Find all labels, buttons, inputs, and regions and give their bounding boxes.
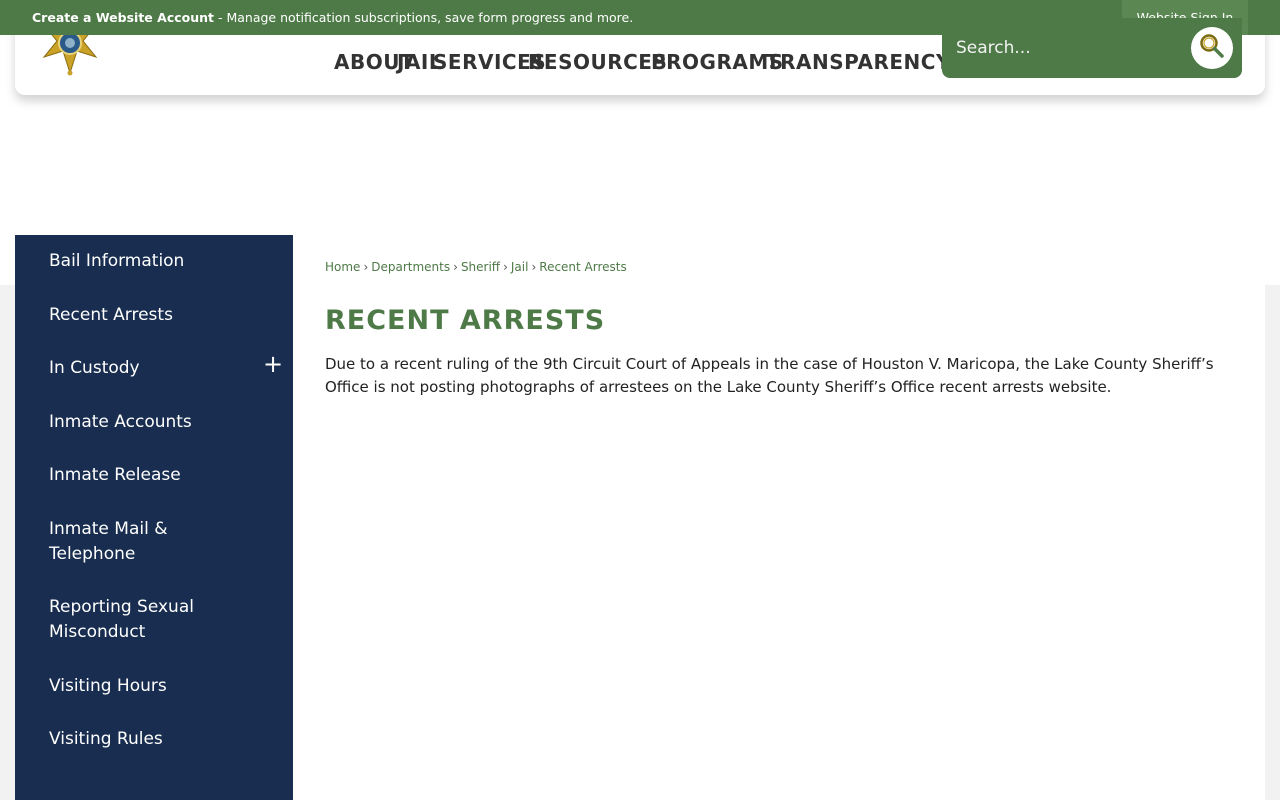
sidebar-item-in-custody[interactable]: In Custody	[49, 356, 249, 381]
breadcrumb-home[interactable]: Home	[325, 260, 360, 274]
search-button[interactable]	[1191, 27, 1233, 69]
sidebar-item-inmate-mail-telephone[interactable]: Inmate Mail & Telephone	[49, 517, 229, 567]
create-account-link[interactable]: Create a Website Account	[32, 10, 214, 25]
breadcrumb-separator: ›	[531, 260, 537, 274]
breadcrumb-separator: ›	[453, 260, 458, 274]
nav-transparency[interactable]: TRANSPARENCY	[766, 50, 951, 74]
nav-programs[interactable]: PROGRAMS	[651, 50, 784, 74]
sidebar-item-inmate-accounts[interactable]: Inmate Accounts	[49, 410, 249, 435]
breadcrumb-jail[interactable]: Jail	[511, 260, 529, 274]
main-content: Home › Departments › Sheriff › Jail › Recent Arr…	[293, 235, 1265, 800]
account-description: - Manage notification subscriptions, sav…	[214, 10, 634, 25]
breadcrumb-separator: ›	[363, 260, 369, 274]
sidebar-item-reporting-sexual-misconduct[interactable]: Reporting Sexual Misconduct	[49, 595, 219, 645]
expand-plus-icon[interactable]: +	[262, 352, 284, 376]
search-icon	[1199, 33, 1225, 63]
breadcrumb-recent-arrests: Recent Arrests	[539, 260, 627, 274]
page-title: RECENT ARRESTS	[325, 305, 606, 336]
breadcrumb-departments[interactable]: Departments	[371, 260, 450, 274]
sheriff-badge-logo[interactable]	[38, 9, 102, 77]
search-box	[942, 18, 1242, 78]
sidebar-nav: Bail Information Recent Arrests In Custo…	[15, 235, 293, 800]
sidebar-item-visiting-hours[interactable]: Visiting Hours	[49, 674, 249, 699]
breadcrumb: Home › Departments › Sheriff › Jail › Recent Arr…	[325, 260, 627, 274]
page-body-text: Due to a recent ruling of the 9th Circui…	[325, 355, 1214, 396]
sidebar-item-inmate-release[interactable]: Inmate Release	[49, 463, 249, 488]
nav-resources[interactable]: RESOURCES	[528, 50, 667, 74]
sidebar-item-visiting-rules[interactable]: Visiting Rules	[49, 727, 249, 752]
search-input[interactable]	[956, 34, 1176, 62]
account-message: Create a Website Account - Manage notifi…	[32, 10, 633, 25]
breadcrumb-sheriff[interactable]: Sheriff	[461, 260, 500, 274]
breadcrumb-separator: ›	[503, 260, 508, 274]
sidebar-item-recent-arrests[interactable]: Recent Arrests	[49, 303, 249, 328]
sidebar-item-bail-information[interactable]: Bail Information	[49, 249, 249, 274]
